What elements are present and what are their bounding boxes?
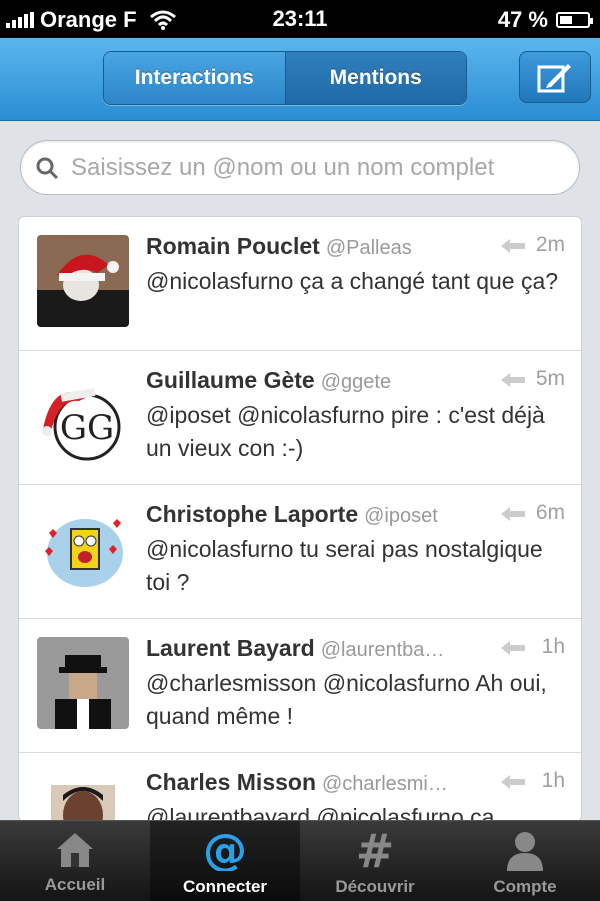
reply-icon[interactable] <box>501 239 525 253</box>
tab-accueil[interactable]: Accueil <box>0 821 150 901</box>
segment-mentions[interactable]: Mentions <box>285 52 466 104</box>
battery-percent: 47 % <box>497 7 548 32</box>
reply-icon[interactable] <box>501 373 525 387</box>
hash-icon: # <box>356 829 395 871</box>
tab-label: Découvrir <box>335 877 415 896</box>
tweet-row[interactable]: GG Guillaume Gète @ggete 5m @iposet @nico… <box>19 351 581 485</box>
segment-interactions[interactable]: Interactions <box>104 52 286 104</box>
compose-icon <box>537 64 571 93</box>
reply-icon[interactable] <box>501 775 525 789</box>
svg-text:GG: GG <box>60 408 114 448</box>
tweet-time: 2m <box>535 233 565 256</box>
person-icon <box>507 832 543 871</box>
tweet-time: 6m <box>535 501 565 524</box>
avatar[interactable] <box>37 637 129 729</box>
tab-decouvrir[interactable]: # Découvrir <box>300 821 450 901</box>
tweet-text: @laurentbayard @nicolasfurno ça <box>146 804 495 822</box>
author-handle: @charlesmi… <box>322 773 448 795</box>
tab-bar: Accueil @ Connecter # Découvrir Compte <box>0 820 600 901</box>
tweet-row[interactable]: Romain Pouclet @Palleas 2m @nicolasfurno … <box>19 217 581 351</box>
battery-icon <box>556 12 593 28</box>
svg-text:@: @ <box>203 829 247 871</box>
tweet-time: 1h <box>541 635 565 658</box>
status-bar: Orange F 23:11 47 % <box>0 0 600 38</box>
tweet-time: 1h <box>541 769 565 792</box>
tweet-text: @iposet @nicolasfurno pire : c'est déjà … <box>146 402 545 461</box>
home-icon <box>57 833 93 867</box>
tweet-row[interactable]: Laurent Bayard @laurentba… 1h @charlesmis… <box>19 619 581 753</box>
compose-button[interactable] <box>519 51 591 103</box>
search-bar <box>20 140 580 195</box>
tweet-row[interactable]: Christophe Laporte @iposet 6m @nicolasfur… <box>19 485 581 619</box>
search-icon <box>36 157 59 179</box>
author-handle: @Palleas <box>325 237 412 259</box>
nav-bar: Interactions Mentions <box>0 38 600 121</box>
reply-icon[interactable] <box>501 641 525 655</box>
author-handle: @iposet <box>364 505 438 527</box>
author-handle: @ggete <box>320 371 392 393</box>
tweet-text: @charlesmisson @nicolasfurno Ah oui, qua… <box>146 670 547 729</box>
at-icon: @ <box>203 829 247 871</box>
tweet-text: @nicolasfurno ça a changé tant que ça? <box>146 268 559 294</box>
author-name[interactable]: Guillaume Gète <box>146 367 315 393</box>
avatar[interactable] <box>37 771 129 821</box>
segmented-control: Interactions Mentions <box>103 51 467 105</box>
tweet-text: @nicolasfurno tu serai pas nostalgique t… <box>146 536 543 595</box>
author-name[interactable]: Laurent Bayard <box>146 635 315 661</box>
search-input[interactable] <box>69 152 553 183</box>
tab-label: Accueil <box>44 875 106 894</box>
author-name[interactable]: Romain Pouclet <box>146 233 320 259</box>
author-name[interactable]: Charles Misson <box>146 769 316 795</box>
tweet-row[interactable]: Charles Misson @charlesmi… 1h @laurentbay… <box>19 753 581 822</box>
avatar[interactable]: GG <box>37 369 129 461</box>
tab-connecter[interactable]: @ Connecter <box>150 821 300 901</box>
svg-text:#: # <box>356 829 395 871</box>
tweet-time: 5m <box>535 367 565 390</box>
tab-label: Compte <box>493 877 557 896</box>
mentions-list: Romain Pouclet @Palleas 2m @nicolasfurno … <box>18 216 582 822</box>
author-name[interactable]: Christophe Laporte <box>146 501 358 527</box>
avatar[interactable] <box>37 503 129 595</box>
reply-icon[interactable] <box>501 507 525 521</box>
author-handle: @laurentba… <box>320 639 445 661</box>
avatar[interactable] <box>37 235 129 327</box>
tab-label: Connecter <box>182 877 268 896</box>
tab-compte[interactable]: Compte <box>450 821 600 901</box>
